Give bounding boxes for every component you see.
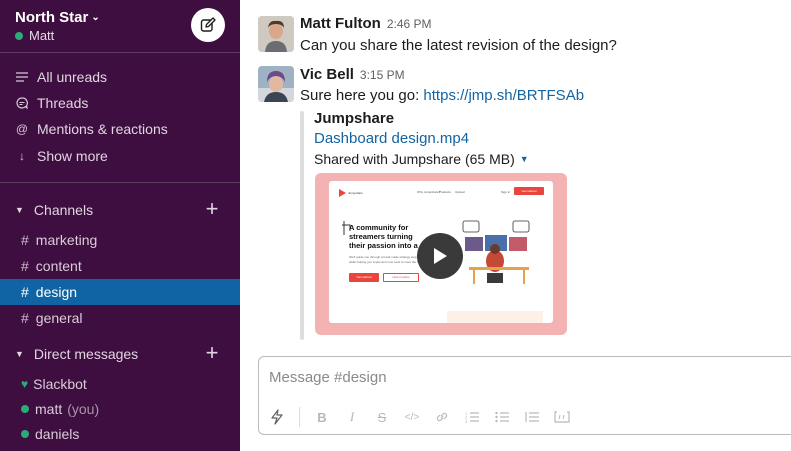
shortcuts-bolt-icon[interactable] <box>269 409 285 425</box>
thumb-headline: A community for streamers turning their … <box>349 223 418 250</box>
message-link[interactable]: https://jmp.sh/BRTFSAb <box>423 87 584 104</box>
hash-icon: # <box>21 258 29 274</box>
thumb-btn-2: How it works <box>383 273 419 282</box>
channels-section-toggle[interactable]: ▼ Channels <box>15 202 93 218</box>
plus-icon: + <box>205 196 219 221</box>
online-status-icon <box>21 430 29 438</box>
blockquote-icon[interactable] <box>524 411 540 423</box>
avatar-vic-icon <box>258 66 294 102</box>
hash-icon: # <box>21 232 29 248</box>
message-author[interactable]: Matt Fulton 2:46 PM <box>300 15 432 32</box>
message-timestamp[interactable]: 2:46 PM <box>387 17 432 31</box>
channel-content[interactable]: # content <box>0 253 240 279</box>
thumb-logo: Jumpshare <box>338 189 363 197</box>
compose-icon <box>200 17 216 32</box>
add-dm-button[interactable]: + <box>203 342 221 364</box>
caret-down-icon: ▼ <box>15 205 24 215</box>
sidebar-divider <box>0 182 240 183</box>
all-unreads-icon <box>15 72 29 82</box>
avatar[interactable] <box>258 16 294 52</box>
online-status-icon <box>15 32 23 40</box>
heart-icon: ♥ <box>21 377 29 391</box>
workspace-user: Matt <box>15 28 54 43</box>
ordered-list-icon[interactable]: 123 <box>464 411 480 423</box>
message-input[interactable] <box>269 369 769 386</box>
video-preview[interactable]: Jumpshare Why Jumpshare? Products Upload… <box>315 173 567 335</box>
jumpshare-logo-icon <box>339 189 346 197</box>
streamer-illustration-icon <box>462 220 530 284</box>
channel-design[interactable]: # design <box>0 279 240 305</box>
thumb-footer <box>447 311 543 323</box>
dm-matt[interactable]: matt (you) <box>21 401 99 417</box>
thumb-nav-1: Why Jumpshare? <box>417 190 441 194</box>
nav-mentions[interactable]: @ Mentions & reactions <box>15 121 168 137</box>
thumb-btn-1: Get started <box>349 273 379 282</box>
attachment-filename-link[interactable]: Dashboard design.mp4 <box>314 130 469 147</box>
workspace-name[interactable]: North Star ⌄ <box>15 9 100 26</box>
avatar-matt-icon <box>258 16 294 52</box>
hash-icon: # <box>21 284 29 300</box>
play-button[interactable] <box>417 233 463 279</box>
compose-button[interactable] <box>191 8 225 42</box>
workspace-header[interactable]: North Star ⌄ Matt <box>0 0 240 53</box>
code-icon[interactable]: </> <box>404 412 420 423</box>
thumb-cta: Get started <box>514 187 544 195</box>
toolbar-divider <box>299 407 300 427</box>
code-block-icon[interactable] <box>554 411 570 423</box>
italic-icon[interactable]: I <box>344 409 360 425</box>
message-timestamp[interactable]: 3:15 PM <box>360 68 405 82</box>
avatar[interactable] <box>258 66 294 102</box>
link-icon[interactable] <box>434 410 450 424</box>
message-text: Sure here you go: https://jmp.sh/BRTFSAb <box>300 87 585 104</box>
formatting-toolbar: B I S </> 123 <box>269 407 584 427</box>
thumb-nav-3: Upload <box>455 190 465 194</box>
plus-icon: + <box>205 340 219 365</box>
message-text: Can you share the latest revision of the… <box>300 37 617 54</box>
nav-all-unreads[interactable]: All unreads <box>15 69 107 85</box>
play-icon <box>434 248 447 264</box>
nav-show-more[interactable]: ↓ Show more <box>15 148 108 164</box>
mentions-icon: @ <box>15 122 29 136</box>
strikethrough-icon[interactable]: S <box>374 410 390 425</box>
hash-icon: # <box>21 310 29 326</box>
message-author[interactable]: Vic Bell 3:15 PM <box>300 66 405 83</box>
dm-slackbot[interactable]: ♥ Slackbot <box>21 376 87 392</box>
caret-down-icon: ▼ <box>519 154 529 164</box>
chevron-down-icon: ⌄ <box>91 12 100 23</box>
channel-marketing[interactable]: # marketing <box>0 227 240 253</box>
dm-daniels[interactable]: daniels <box>21 426 79 442</box>
channel-general[interactable]: # general <box>0 305 240 331</box>
attachment-meta[interactable]: Shared with Jumpshare (65 MB) ▼ <box>314 151 529 167</box>
add-channel-button[interactable]: + <box>203 198 221 220</box>
nav-threads[interactable]: Threads <box>15 95 88 111</box>
online-status-icon <box>21 405 29 413</box>
arrow-down-icon: ↓ <box>19 149 25 163</box>
message-pane: Matt Fulton 2:46 PM Can you share the lat… <box>240 0 791 451</box>
dm-section-toggle[interactable]: ▼ Direct messages <box>15 346 138 362</box>
thumb-nav-2: Products <box>439 190 451 194</box>
bold-icon[interactable]: B <box>314 410 330 425</box>
bulleted-list-icon[interactable] <box>494 411 510 423</box>
sidebar: North Star ⌄ Matt All unreads Threads @ M… <box>0 0 240 451</box>
caret-down-icon: ▼ <box>15 349 24 359</box>
attachment-service: Jumpshare <box>314 110 395 127</box>
thumb-nav-4: Sign in <box>501 190 511 194</box>
threads-icon <box>15 97 29 109</box>
attachment-bar <box>300 111 304 340</box>
svg-text:3: 3 <box>465 419 468 423</box>
message-composer: B I S </> 123 <box>258 356 791 435</box>
